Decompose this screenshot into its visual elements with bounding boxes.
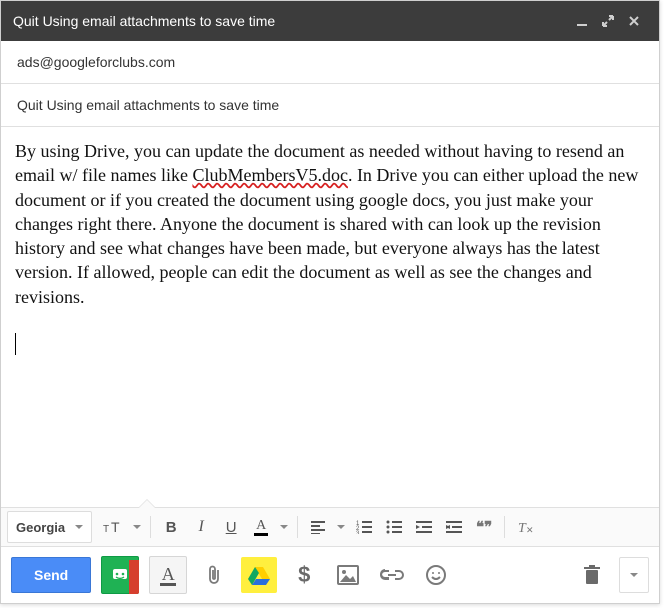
format-toolbar: Georgia TT B I U A 123 — [1, 507, 659, 547]
subject-input[interactable] — [15, 96, 649, 114]
titlebar: Quit Using email attachments to save tim… — [1, 1, 659, 41]
svg-text:T: T — [111, 519, 120, 535]
chevron-down-icon — [75, 525, 83, 529]
svg-text:T: T — [103, 524, 109, 535]
bullet-list-button[interactable] — [380, 513, 408, 541]
chevron-down-icon — [280, 525, 288, 529]
align-button[interactable] — [304, 513, 332, 541]
compose-window: Quit Using email attachments to save tim… — [0, 0, 660, 604]
align-menu[interactable] — [334, 513, 348, 541]
to-input[interactable] — [15, 53, 649, 71]
send-button[interactable]: Send — [11, 557, 91, 593]
underline-bar — [160, 583, 176, 586]
indent-less-button[interactable] — [410, 513, 438, 541]
text-color-swatch — [254, 533, 268, 536]
toolbar-pointer — [139, 500, 155, 508]
insert-emoji-button[interactable] — [419, 558, 453, 592]
discard-draft-button[interactable] — [575, 558, 609, 592]
chevron-down-icon — [630, 573, 638, 577]
window-title: Quit Using email attachments to save tim… — [13, 13, 569, 29]
font-size-button[interactable]: TT — [100, 513, 128, 541]
misspelled-word: ClubMembersV5.doc — [192, 165, 347, 185]
body-text-post: . In Drive you can either upload the new… — [15, 165, 638, 306]
send-row: Send A $ — [1, 547, 659, 603]
hangouts-icon[interactable] — [101, 556, 139, 594]
italic-button[interactable]: I — [187, 513, 215, 541]
quote-button[interactable]: ❝❞ — [470, 513, 498, 541]
font-size-menu[interactable] — [130, 513, 144, 541]
body-editor[interactable]: By using Drive, you can update the docum… — [1, 127, 659, 507]
popout-button[interactable] — [595, 8, 621, 34]
formatting-toggle-button[interactable]: A — [149, 556, 187, 594]
bold-button[interactable]: B — [157, 513, 185, 541]
to-field[interactable] — [1, 41, 659, 84]
minimize-button[interactable] — [569, 8, 595, 34]
separator — [504, 516, 505, 538]
separator — [297, 516, 298, 538]
formatting-toggle-label: A — [162, 565, 175, 583]
separator — [150, 516, 151, 538]
chevron-down-icon — [133, 525, 141, 529]
text-color-menu[interactable] — [277, 513, 291, 541]
indent-more-button[interactable] — [440, 513, 468, 541]
insert-photo-button[interactable] — [331, 558, 365, 592]
underline-button[interactable]: U — [217, 513, 245, 541]
font-family-picker[interactable]: Georgia — [7, 511, 92, 543]
close-button[interactable] — [621, 8, 647, 34]
text-color-label: A — [256, 519, 266, 533]
svg-text:✕: ✕ — [526, 525, 534, 535]
text-color-button[interactable]: A — [247, 513, 275, 541]
text-cursor — [15, 333, 16, 355]
attach-file-button[interactable] — [197, 558, 231, 592]
insert-money-button[interactable]: $ — [287, 558, 321, 592]
font-family-label: Georgia — [16, 520, 65, 535]
chevron-down-icon — [337, 525, 345, 529]
insert-link-button[interactable] — [375, 558, 409, 592]
more-options-button[interactable] — [619, 557, 649, 593]
insert-drive-button[interactable] — [241, 557, 277, 593]
svg-text:3: 3 — [356, 531, 360, 534]
subject-field[interactable] — [1, 84, 659, 127]
remove-formatting-button[interactable]: T✕ — [511, 513, 539, 541]
numbered-list-button[interactable]: 123 — [350, 513, 378, 541]
